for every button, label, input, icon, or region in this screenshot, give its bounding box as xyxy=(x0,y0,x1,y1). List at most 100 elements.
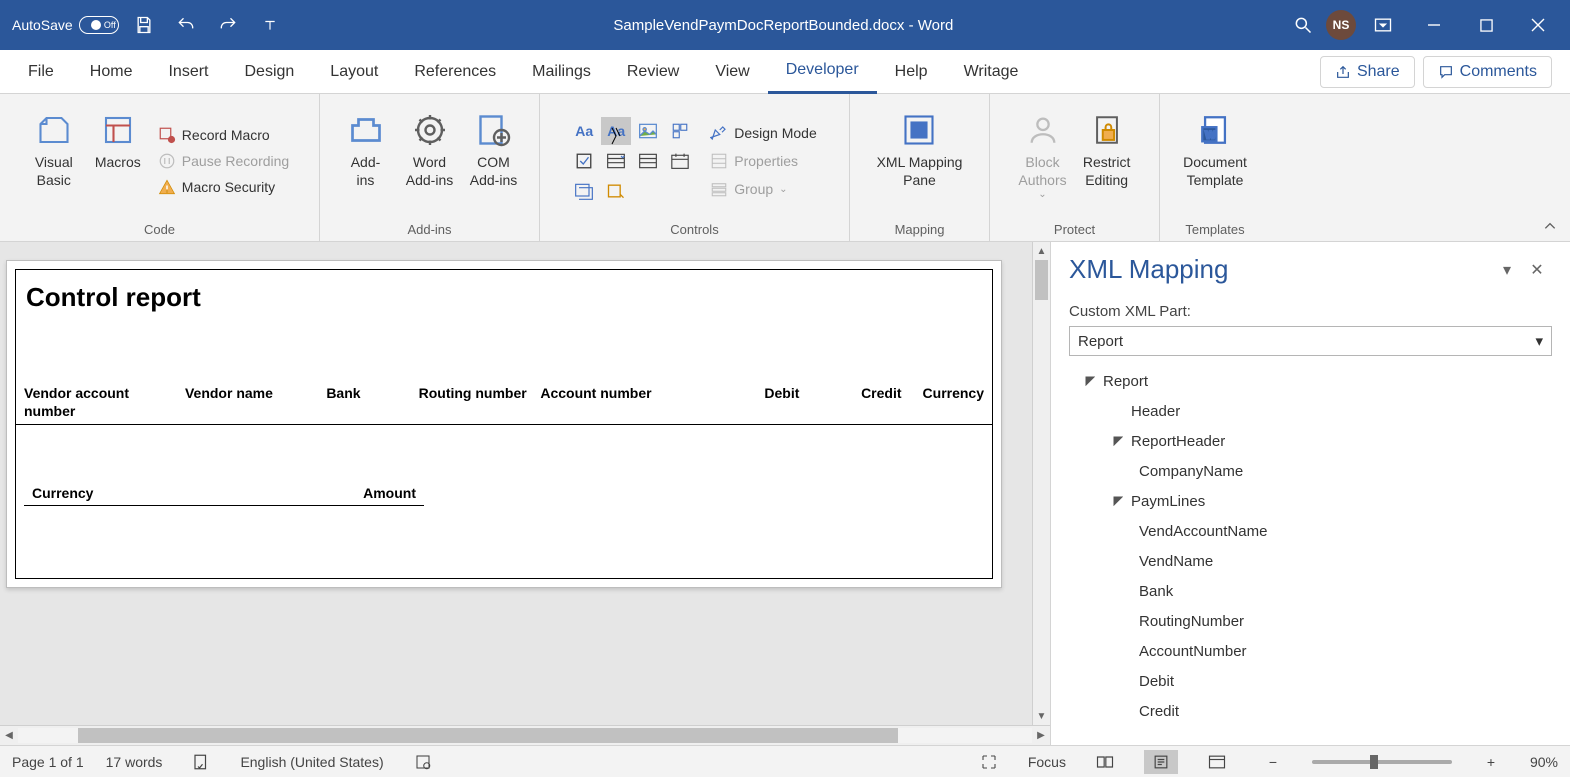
scroll-left-icon[interactable]: ◀ xyxy=(0,726,18,745)
rich-text-control-icon[interactable]: Aa xyxy=(569,117,599,145)
col-credit[interactable]: Credit xyxy=(803,385,901,420)
zoom-value[interactable]: 90% xyxy=(1530,754,1558,770)
tree-node-credit[interactable]: Credit xyxy=(1069,696,1552,726)
pane-options-icon[interactable]: ▾ xyxy=(1492,255,1522,285)
tab-file[interactable]: File xyxy=(10,50,72,94)
tree-node-report[interactable]: Report xyxy=(1069,366,1552,396)
combobox-control-icon[interactable] xyxy=(601,147,631,175)
tab-mailings[interactable]: Mailings xyxy=(514,50,609,94)
word-addins-button[interactable]: Word Add-ins xyxy=(400,106,460,216)
xml-part-select[interactable]: Report ▾ xyxy=(1069,326,1552,356)
zoom-out-icon[interactable]: − xyxy=(1256,750,1290,774)
page[interactable]: Control report Vendor account number Ven… xyxy=(6,260,1002,588)
collapse-ribbon-icon[interactable] xyxy=(1530,94,1570,241)
minimize-icon[interactable] xyxy=(1410,5,1458,45)
print-layout-icon[interactable] xyxy=(1144,750,1178,774)
col-currency2[interactable]: Currency xyxy=(32,485,334,501)
tab-view[interactable]: View xyxy=(697,50,767,94)
plain-text-control-icon[interactable]: Aa xyxy=(601,117,631,145)
autosave-toggle[interactable]: AutoSave Off xyxy=(12,16,119,34)
macros-button[interactable]: Macros xyxy=(88,106,148,216)
scroll-thumb[interactable] xyxy=(1035,260,1048,300)
tree-node-vendaccountname[interactable]: VendAccountName xyxy=(1069,516,1552,546)
tab-help[interactable]: Help xyxy=(877,50,946,94)
tree-node-paymlines[interactable]: PaymLines xyxy=(1069,486,1552,516)
building-block-control-icon[interactable] xyxy=(665,117,695,145)
customize-qat-icon[interactable] xyxy=(253,8,287,42)
com-addins-button[interactable]: COM Add-ins xyxy=(464,106,524,216)
addins-button[interactable]: Add- ins xyxy=(336,106,396,216)
col-vendor-account[interactable]: Vendor account number xyxy=(24,385,181,420)
tree-node-debit[interactable]: Debit xyxy=(1069,666,1552,696)
macro-status-icon[interactable] xyxy=(406,750,440,774)
spelling-icon[interactable] xyxy=(184,750,218,774)
group-label-addins: Add-ins xyxy=(320,222,539,241)
tree-node-routingnumber[interactable]: RoutingNumber xyxy=(1069,606,1552,636)
status-page[interactable]: Page 1 of 1 xyxy=(12,754,84,770)
comments-button[interactable]: Comments xyxy=(1423,56,1552,88)
tree-node-header[interactable]: Header xyxy=(1069,396,1552,426)
repeating-control-icon[interactable] xyxy=(569,177,599,205)
xml-pane-title: XML Mapping xyxy=(1069,254,1492,285)
search-icon[interactable] xyxy=(1280,5,1326,45)
zoom-in-icon[interactable]: + xyxy=(1474,750,1508,774)
ribbon-display-icon[interactable] xyxy=(1360,5,1406,45)
horizontal-scrollbar[interactable]: ◀ ▶ xyxy=(0,725,1050,745)
group-ctl-label: Group xyxy=(734,181,773,197)
tab-layout[interactable]: Layout xyxy=(312,50,396,94)
scroll-up-icon[interactable]: ▲ xyxy=(1033,242,1050,260)
maximize-icon[interactable] xyxy=(1462,5,1510,45)
undo-icon[interactable] xyxy=(169,8,203,42)
save-icon[interactable] xyxy=(127,8,161,42)
focus-mode-button[interactable] xyxy=(972,750,1006,774)
pane-close-icon[interactable]: ✕ xyxy=(1522,255,1552,285)
col-currency[interactable]: Currency xyxy=(906,385,984,420)
scroll-right-icon[interactable]: ▶ xyxy=(1032,726,1050,745)
tab-developer[interactable]: Developer xyxy=(768,50,877,94)
tab-references[interactable]: References xyxy=(396,50,514,94)
tab-design[interactable]: Design xyxy=(226,50,312,94)
close-icon[interactable] xyxy=(1514,5,1562,45)
dropdown-control-icon[interactable] xyxy=(633,147,663,175)
visual-basic-button[interactable]: Visual Basic xyxy=(24,106,84,216)
col-vendor-name[interactable]: Vendor name xyxy=(185,385,322,420)
tab-writage[interactable]: Writage xyxy=(946,50,1037,94)
tree-node-vendname[interactable]: VendName xyxy=(1069,546,1552,576)
picture-control-icon[interactable] xyxy=(633,117,663,145)
col-routing[interactable]: Routing number xyxy=(419,385,537,420)
zoom-slider[interactable] xyxy=(1312,760,1452,764)
tree-node-accountnumber[interactable]: AccountNumber xyxy=(1069,636,1552,666)
document-template-button[interactable]: WDocument Template xyxy=(1177,106,1253,216)
doc-heading[interactable]: Control report xyxy=(16,270,992,317)
share-button[interactable]: Share xyxy=(1320,56,1415,88)
col-debit[interactable]: Debit xyxy=(701,385,799,420)
focus-label[interactable]: Focus xyxy=(1028,754,1066,770)
tree-node-reportheader[interactable]: ReportHeader xyxy=(1069,426,1552,456)
design-mode-button[interactable]: Design Mode xyxy=(707,121,820,145)
date-control-icon[interactable] xyxy=(665,147,695,175)
tab-insert[interactable]: Insert xyxy=(150,50,226,94)
hscroll-thumb[interactable] xyxy=(78,728,898,743)
record-macro-button[interactable]: Record Macro xyxy=(152,123,295,147)
col-amount[interactable]: Amount xyxy=(338,485,416,501)
tab-home[interactable]: Home xyxy=(72,50,151,94)
user-avatar[interactable]: NS xyxy=(1326,10,1356,40)
col-account[interactable]: Account number xyxy=(540,385,697,420)
web-layout-icon[interactable] xyxy=(1200,750,1234,774)
vertical-scrollbar[interactable]: ▲ ▼ xyxy=(1032,242,1050,725)
restrict-editing-button[interactable]: Restrict Editing xyxy=(1077,106,1137,216)
scroll-down-icon[interactable]: ▼ xyxy=(1033,707,1050,725)
macro-security-button[interactable]: Macro Security xyxy=(152,175,295,199)
tab-review[interactable]: Review xyxy=(609,50,697,94)
status-language[interactable]: English (United States) xyxy=(240,754,383,770)
legacy-tools-icon[interactable] xyxy=(601,177,631,205)
group-label-protect: Protect xyxy=(990,222,1159,241)
tree-node-bank[interactable]: Bank xyxy=(1069,576,1552,606)
col-bank[interactable]: Bank xyxy=(326,385,414,420)
checkbox-control-icon[interactable] xyxy=(569,147,599,175)
status-words[interactable]: 17 words xyxy=(106,754,163,770)
read-mode-icon[interactable] xyxy=(1088,750,1122,774)
redo-icon[interactable] xyxy=(211,8,245,42)
xml-mapping-button[interactable]: XML Mapping Pane xyxy=(871,106,969,216)
tree-node-companyname[interactable]: CompanyName xyxy=(1069,456,1552,486)
